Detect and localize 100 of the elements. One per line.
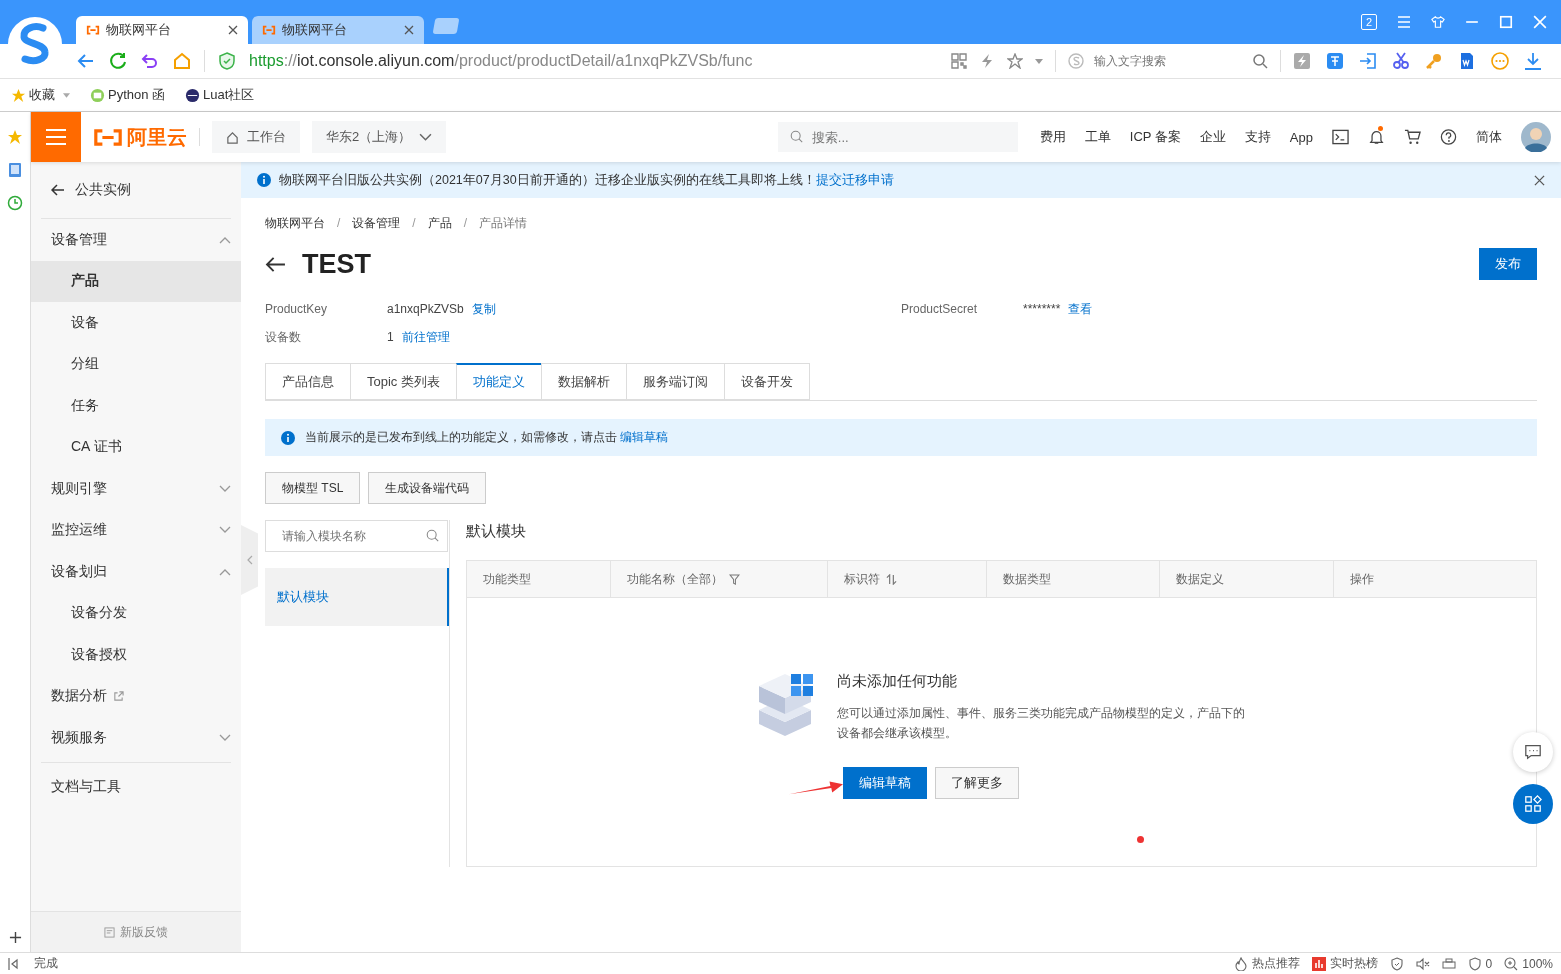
migration-link[interactable]: 提交迁移申请	[815, 172, 894, 187]
bookmark-item[interactable]: Luat社区	[185, 86, 255, 104]
qr-code-icon[interactable]	[951, 53, 967, 69]
apps-button[interactable]	[1513, 784, 1553, 824]
sign-in-icon[interactable]	[1359, 52, 1377, 70]
language-link[interactable]: 简体	[1476, 128, 1502, 146]
translate-icon[interactable]	[1326, 52, 1344, 70]
maximize-icon[interactable]	[1499, 15, 1513, 29]
bookmark-item[interactable]: 收藏	[11, 86, 70, 104]
nav-link[interactable]: ICP 备案	[1129, 128, 1181, 146]
region-dropdown[interactable]: 华东2（上海）	[312, 121, 447, 153]
close-icon[interactable]	[1534, 174, 1545, 186]
edit-draft-link[interactable]: 编辑草稿	[620, 430, 669, 444]
close-icon[interactable]	[404, 25, 414, 35]
menu-item[interactable]: 设备授权	[31, 634, 241, 676]
add-icon[interactable]	[8, 931, 22, 944]
browser-tab[interactable]: 物联网平台	[76, 16, 248, 44]
scissors-icon[interactable]	[1392, 52, 1410, 70]
tab[interactable]: 产品信息	[265, 363, 350, 400]
caret-icon[interactable]	[1035, 58, 1043, 64]
filter-icon[interactable]	[729, 573, 740, 585]
undo-icon[interactable]	[140, 51, 160, 71]
tab[interactable]: 服务端订阅	[625, 363, 724, 400]
help-icon[interactable]	[1440, 129, 1457, 145]
zoom-level[interactable]: 100%	[1504, 956, 1553, 971]
browser-tab[interactable]: 物联网平台	[252, 16, 424, 44]
field-action-link[interactable]: 查看	[1068, 300, 1093, 318]
breadcrumb-link[interactable]: 设备管理	[352, 214, 401, 232]
nav-link[interactable]: 工单	[1084, 128, 1111, 146]
back-arrow-icon[interactable]	[265, 255, 286, 273]
star-outline-icon[interactable]	[1007, 53, 1023, 69]
breadcrumb-link[interactable]: 产品	[427, 214, 452, 232]
key-icon[interactable]	[1425, 52, 1443, 70]
field-label: 设备数	[265, 328, 302, 346]
learn-more-button[interactable]: 了解更多	[934, 767, 1019, 799]
nav-link[interactable]: App	[1289, 129, 1313, 145]
menu-item[interactable]: 任务	[31, 385, 241, 427]
new-tab-button[interactable]	[432, 18, 460, 34]
publish-button[interactable]: 发布	[1479, 248, 1537, 280]
tab[interactable]: 数据解析	[540, 363, 626, 400]
nav-link[interactable]: 企业	[1199, 128, 1226, 146]
back-link[interactable]: 公共实例	[31, 162, 241, 218]
menu-group[interactable]: 设备管理	[31, 219, 241, 261]
trending-link[interactable]: 实时热榜	[1311, 955, 1378, 972]
field-action-link[interactable]: 前往管理	[401, 328, 450, 346]
tab[interactable]: 功能定义	[455, 363, 541, 400]
nav-link[interactable]: 支持	[1244, 128, 1271, 146]
hot-topics-link[interactable]: 热点推荐	[1233, 955, 1300, 972]
home-icon[interactable]	[172, 51, 192, 71]
menu-group[interactable]: 文档与工具	[31, 766, 241, 808]
chat-button[interactable]	[1513, 732, 1553, 772]
menu-item[interactable]: 设备分发	[31, 592, 241, 634]
sort-icon[interactable]	[886, 573, 897, 585]
search-icon[interactable]	[1252, 53, 1268, 69]
field-action-link[interactable]: 复制	[471, 300, 496, 318]
clock-icon[interactable]	[7, 195, 23, 211]
menu-item[interactable]: 设备	[31, 302, 241, 344]
search-field[interactable]: 搜索...	[777, 122, 1018, 152]
breadcrumb-link[interactable]: 物联网平台	[265, 214, 325, 232]
nav-link[interactable]: 费用	[1039, 128, 1066, 146]
menu-button[interactable]	[31, 112, 81, 162]
shirt-icon[interactable]	[1431, 15, 1445, 29]
cart-icon[interactable]	[1404, 129, 1421, 145]
star-icon[interactable]	[7, 129, 23, 145]
more-icon[interactable]	[1491, 52, 1509, 70]
tablet-icon[interactable]	[7, 162, 23, 178]
menu-group[interactable]: 规则引擎	[31, 468, 241, 510]
reload-icon[interactable]	[108, 51, 128, 71]
tab[interactable]: Topic 类列表	[350, 363, 456, 400]
avatar[interactable]	[1521, 122, 1551, 152]
menu-icon[interactable]	[1397, 15, 1411, 29]
mute-icon[interactable]	[1415, 956, 1430, 971]
lightning-box-icon[interactable]	[1293, 52, 1311, 70]
toolbar-button[interactable]: 物模型 TSL	[265, 472, 361, 504]
menu-item[interactable]: CA 证书	[31, 426, 241, 468]
toolbar-button[interactable]: 生成设备端代码	[368, 472, 487, 504]
close-icon[interactable]	[228, 25, 238, 35]
menu-item[interactable]: 分组	[31, 343, 241, 385]
menu-group[interactable]: 数据分析	[31, 675, 241, 717]
shield-icon[interactable]	[1389, 956, 1404, 971]
chevron-up-icon	[219, 235, 231, 244]
document-icon[interactable]	[1458, 52, 1476, 70]
address-text[interactable]: https://iot.console.aliyun.com/product/productDetail/a1nxqPkZVSb/func	[249, 52, 939, 70]
edit-draft-button[interactable]: 编辑草稿	[842, 767, 927, 799]
module-search-field[interactable]: 请输入模块名称	[265, 520, 448, 552]
counter[interactable]: 0	[1467, 956, 1493, 971]
menu-item[interactable]: 产品	[31, 260, 241, 302]
printer-icon[interactable]	[1441, 956, 1456, 971]
lightning-icon[interactable]	[979, 53, 995, 69]
menu-group[interactable]: 视频服务	[31, 717, 241, 759]
bell-icon[interactable]	[1368, 129, 1385, 145]
download-icon[interactable]	[1524, 52, 1542, 70]
tab[interactable]: 设备开发	[723, 363, 810, 400]
terminal-icon[interactable]	[1332, 129, 1349, 145]
workbench-button[interactable]: 工作台	[212, 121, 300, 153]
bookmark-item[interactable]: Python 函	[90, 86, 166, 104]
menu-group[interactable]: 监控运维	[31, 509, 241, 551]
menu-group[interactable]: 设备划归	[31, 551, 241, 593]
module-item[interactable]: 默认模块	[265, 568, 449, 626]
back-arrow-icon	[51, 184, 65, 196]
